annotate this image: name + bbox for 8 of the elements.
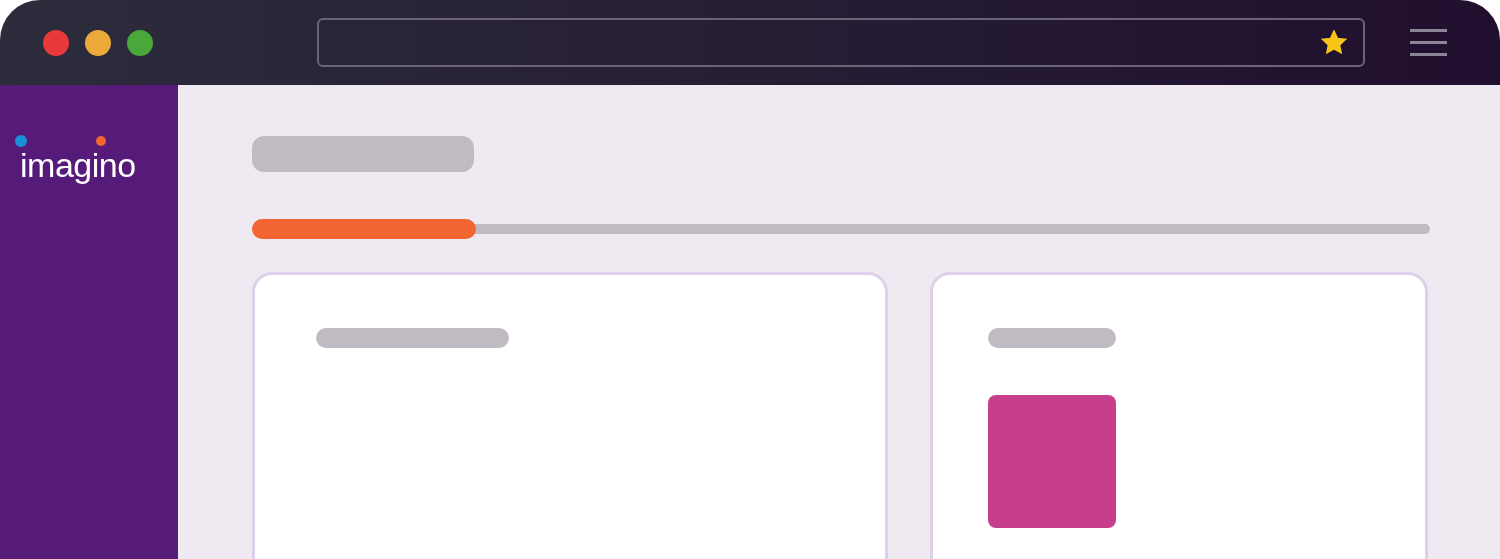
star-icon[interactable]	[1321, 30, 1347, 55]
menu-icon[interactable]	[1410, 29, 1447, 56]
logo-dots-icon	[15, 135, 107, 147]
maximize-icon[interactable]	[127, 29, 153, 56]
address-field[interactable]	[317, 18, 1365, 67]
minimize-icon[interactable]	[85, 29, 111, 56]
close-icon[interactable]	[43, 29, 69, 56]
logo-text: imagino	[20, 147, 136, 183]
